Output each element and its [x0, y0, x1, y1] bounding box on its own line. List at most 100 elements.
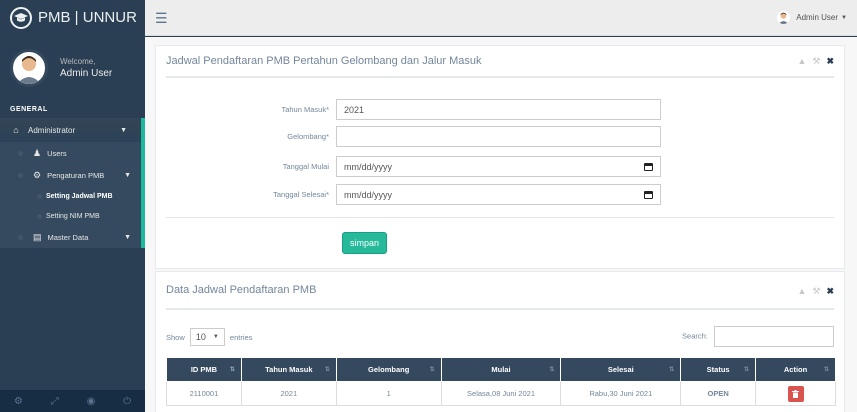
welcome-text: Welcome,	[60, 57, 96, 66]
gelombang-label: Gelombang*	[287, 132, 329, 141]
gear-icon: ⚙	[33, 169, 42, 180]
tanggal-selesai-row: Tanggal Selesai* mm/dd/yyyy	[156, 184, 661, 205]
collapse-icon[interactable]: ▲	[797, 286, 806, 297]
sort-icon: ⇅	[324, 367, 330, 373]
bullet-icon	[18, 234, 23, 240]
tanggal-selesai-input[interactable]: mm/dd/yyyy	[336, 184, 661, 205]
home-icon: ⌂	[13, 125, 19, 135]
sidebar-item-label: Users	[47, 148, 67, 158]
column-header[interactable]: Mulai ⇅	[440, 357, 562, 382]
close-icon[interactable]: ✖	[826, 56, 834, 67]
profile: Welcome, Admin User	[0, 36, 145, 96]
sort-icon: ⇅	[669, 367, 675, 373]
sidebar-item-users[interactable]: ♟ Users	[0, 142, 141, 164]
administrator-submenu: ♟ Users ⚙ Pengaturan PMB ▼ Setting Jadwa…	[0, 142, 145, 248]
eye-slash-icon[interactable]: ◉	[87, 396, 96, 407]
panel-title: Jadwal Pendaftaran PMB Pertahun Gelomban…	[166, 55, 482, 67]
entries-select[interactable]: 10 ▼	[189, 327, 225, 346]
wrench-icon[interactable]: ⚒	[812, 286, 820, 297]
caret-down-icon: ▼	[841, 14, 847, 21]
user-dropdown[interactable]: Admin User ▼	[777, 11, 847, 24]
chevron-down-icon: ▼	[120, 126, 127, 134]
column-header[interactable]: Selesai ⇅	[560, 357, 682, 382]
tanggal-mulai-input[interactable]: mm/dd/yyyy	[336, 156, 661, 177]
sidebar-item-label: Administrator	[28, 125, 76, 135]
tahun-masuk-label: Tahun Masuk*	[281, 105, 329, 114]
sort-icon: ⇅	[549, 367, 555, 373]
save-button[interactable]: simpan	[342, 232, 388, 254]
sidebar-item-setting-jadwal[interactable]: Setting Jadwal PMB	[0, 186, 141, 206]
table-header-row: ID PMB ⇅ Tahun Masuk ⇅ Gelombang ⇅ Mulai ⇅ S…	[166, 357, 836, 382]
sidebar-item-pengaturan-pmb[interactable]: ⚙ Pengaturan PMB ▼	[0, 164, 141, 186]
calendar-icon[interactable]	[644, 162, 653, 171]
sort-icon: ⇅	[229, 367, 235, 373]
schedule-table: ID PMB ⇅ Tahun Masuk ⇅ Gelombang ⇅ Mulai ⇅ S…	[166, 357, 836, 406]
sidebar-item-master-data[interactable]: ▤ Master Data ▼	[0, 226, 141, 248]
form-divider	[166, 217, 834, 218]
tanggal-selesai-placeholder: mm/dd/yyyy	[344, 189, 393, 200]
tanggal-mulai-row: Tanggal Mulai mm/dd/yyyy	[156, 156, 661, 177]
delete-button[interactable]	[787, 385, 804, 402]
entries-value: 10	[195, 331, 206, 342]
sidebar-footer: ⚙ ⤢ ◉ ⏻	[0, 390, 145, 412]
datatable-controls: Show 10 ▼ entries Search:	[166, 326, 834, 347]
avatar	[10, 49, 48, 87]
bullet-icon	[18, 172, 23, 178]
form-panel: Jadwal Pendaftaran PMB Pertahun Gelomban…	[155, 45, 845, 269]
length-control: Show 10 ▼ entries	[166, 327, 253, 346]
brand[interactable]: PMB | UNNUR	[0, 0, 145, 36]
tanggal-mulai-placeholder: mm/dd/yyyy	[344, 161, 393, 172]
top-navbar: ☰ Admin User ▼	[145, 0, 857, 36]
column-header[interactable]: ID PMB ⇅	[166, 357, 242, 382]
calendar-icon[interactable]	[644, 190, 653, 199]
brand-title: PMB | UNNUR	[38, 9, 137, 26]
sidebar-item-label: Master Data	[47, 232, 89, 242]
table-row: 2110001 2021 1 Selasa,08 Juni 2021 Rabu,…	[166, 381, 836, 406]
sort-icon: ⇅	[823, 367, 829, 373]
entries-label: entries	[229, 332, 253, 342]
user-avatar	[777, 11, 791, 24]
column-header[interactable]: Tahun Masuk ⇅	[240, 357, 337, 382]
status-badge: OPEN	[680, 381, 757, 406]
search-input[interactable]	[714, 326, 834, 347]
column-header[interactable]: Action ⇅	[755, 357, 836, 382]
panel-title: Data Jadwal Pendaftaran PMB	[166, 284, 317, 296]
panel-tools: ▲ ⚒ ✖	[797, 286, 834, 297]
trash-icon	[792, 389, 800, 398]
cell-mulai: Selasa,08 Juni 2021	[440, 381, 562, 406]
tanggal-mulai-label: Tanggal Mulai	[282, 162, 329, 171]
cell-id: 2110001	[166, 381, 242, 406]
graduation-cap-icon	[10, 6, 32, 29]
cell-selesai: Rabu,30 Juni 2021	[560, 381, 682, 406]
chevron-down-icon: ▼	[124, 171, 131, 179]
power-icon[interactable]: ⏻	[123, 396, 131, 407]
sort-icon: ⇅	[429, 367, 435, 373]
search-control: Search:	[682, 326, 834, 347]
tahun-masuk-value: 2021	[344, 104, 365, 115]
profile-name: Admin User	[60, 68, 113, 79]
settings-icon[interactable]: ⚙	[14, 396, 23, 407]
column-header[interactable]: Status ⇅	[680, 357, 757, 382]
panel-tools: ▲ ⚒ ✖	[797, 56, 834, 67]
fullscreen-icon[interactable]: ⤢	[51, 396, 59, 407]
panel-header: Jadwal Pendaftaran PMB Pertahun Gelomban…	[166, 46, 834, 78]
close-icon[interactable]: ✖	[826, 286, 834, 297]
column-header[interactable]: Gelombang ⇅	[335, 357, 442, 382]
panel-header: Data Jadwal Pendaftaran PMB ▲ ⚒ ✖	[166, 272, 834, 310]
sidebar-item-setting-nim[interactable]: Setting NIM PMB	[0, 206, 141, 226]
gelombang-input[interactable]	[336, 126, 661, 147]
tanggal-selesai-label: Tanggal Selesai*	[273, 190, 329, 199]
menu-toggle-icon[interactable]: ☰	[155, 10, 168, 27]
user-name: Admin User	[796, 13, 839, 22]
gelombang-row: Gelombang*	[156, 126, 661, 147]
search-label: Search:	[682, 331, 708, 341]
collapse-icon[interactable]: ▲	[797, 56, 806, 67]
sidebar-item-administrator[interactable]: ⌂ Administrator ▼	[0, 118, 145, 142]
tahun-masuk-input[interactable]: 2021	[336, 99, 661, 120]
sidebar-item-label: Pengaturan PMB	[47, 170, 105, 180]
chevron-down-icon: ▼	[124, 233, 131, 241]
user-icon: ♟	[33, 147, 42, 158]
wrench-icon[interactable]: ⚒	[812, 56, 820, 67]
main-content: Jadwal Pendaftaran PMB Pertahun Gelomban…	[145, 37, 857, 412]
database-icon: ▤	[33, 231, 42, 242]
